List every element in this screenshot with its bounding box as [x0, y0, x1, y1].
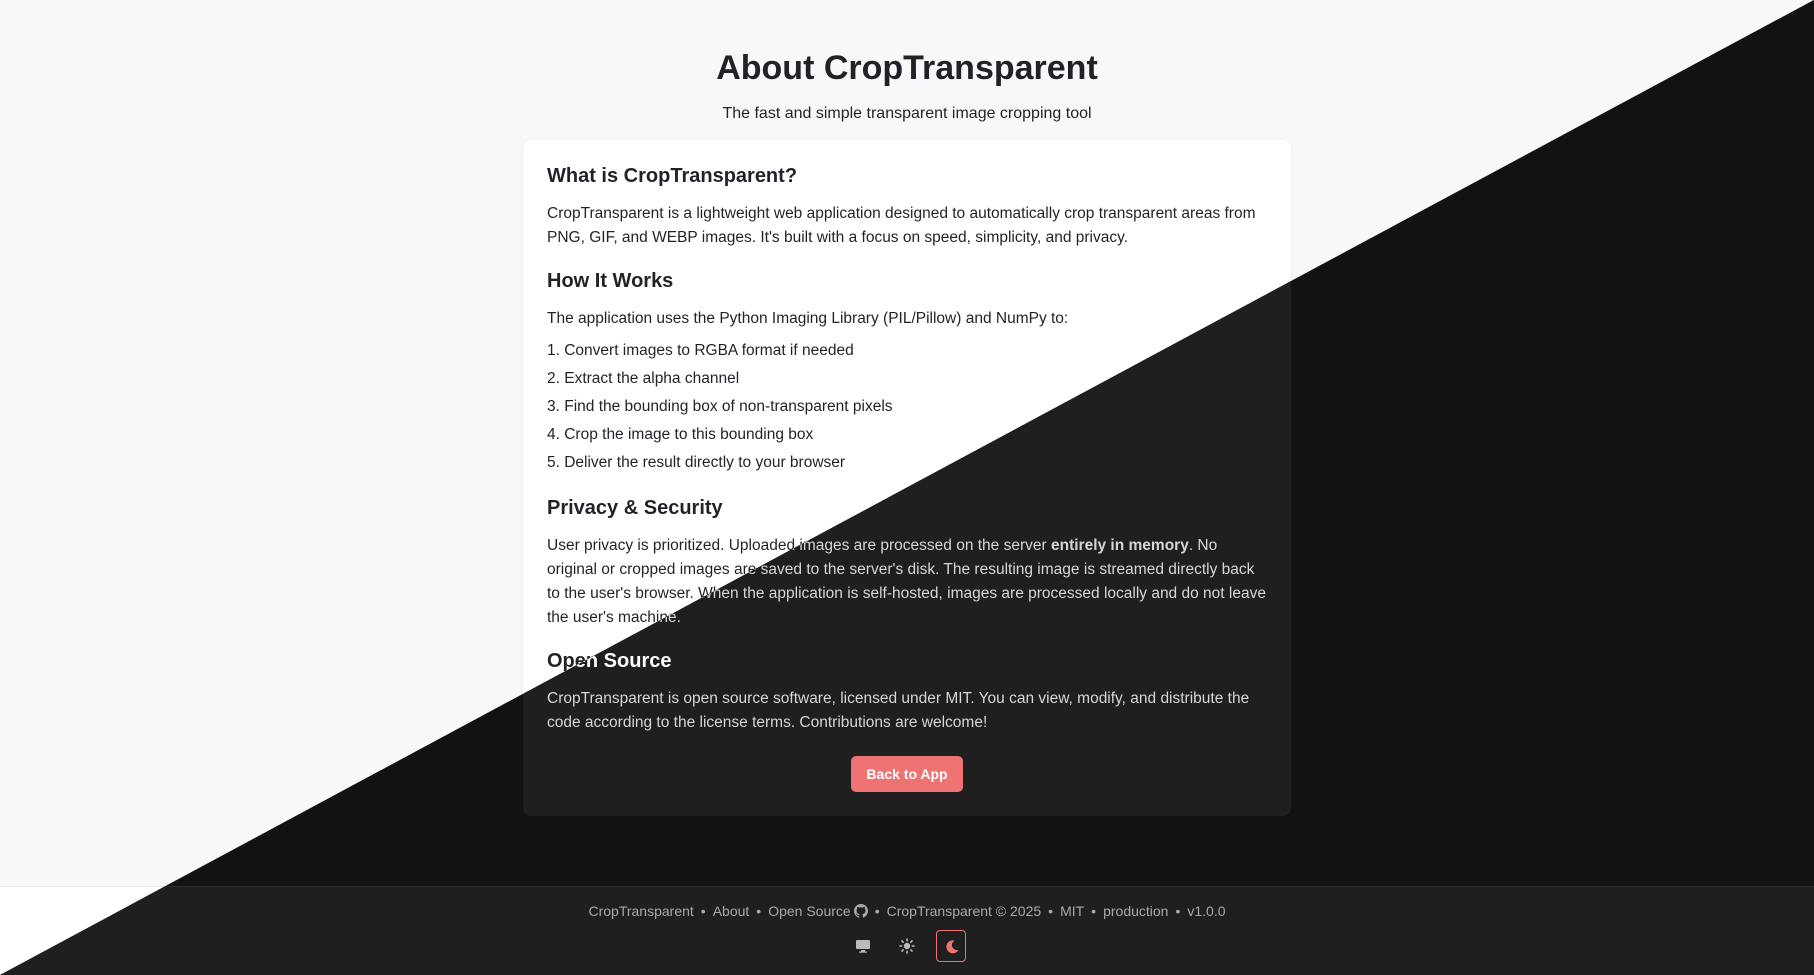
- separator: •: [1091, 903, 1097, 919]
- theme-switcher: [0, 930, 1814, 962]
- back-to-app-button[interactable]: Back to App: [851, 756, 963, 792]
- section-body: CropTransparent is open source software,…: [547, 690, 1250, 731]
- page-title: About CropTransparent: [716, 49, 1098, 87]
- footer-link-license[interactable]: MIT: [1060, 903, 1084, 919]
- section-body: CropTransparent is a lightweight web app…: [547, 205, 1256, 246]
- section-opensource: Open Source CropTransparent is open sour…: [547, 649, 1267, 735]
- button-wrap: Back to App: [523, 756, 1291, 792]
- moon-icon: [946, 940, 959, 954]
- section-intro: The application uses the Python Imaging …: [547, 310, 1069, 327]
- theme-light-button[interactable]: [892, 930, 922, 962]
- separator: •: [874, 903, 880, 919]
- footer-link-about[interactable]: About: [713, 903, 750, 919]
- copyright: CropTransparent © 2025: [886, 903, 1042, 919]
- section-what: What is CropTransparent? CropTransparent…: [547, 164, 1267, 250]
- open-source-label: Open Source: [768, 903, 851, 919]
- theme-system-button[interactable]: [848, 930, 878, 962]
- separator: •: [1175, 903, 1181, 919]
- separator: •: [700, 903, 706, 919]
- theme-dark-button[interactable]: [936, 930, 967, 962]
- section-heading: How It Works: [547, 270, 674, 292]
- page-subtitle: The fast and simple transparent image cr…: [722, 105, 1092, 122]
- section-heading: Open Source: [547, 650, 672, 672]
- footer-links: CropTransparent • About • Open Source • CropTr…: [0, 902, 1814, 920]
- privacy-emphasis: entirely in memory: [1050, 537, 1189, 554]
- footer-link-open-source[interactable]: Open Source: [768, 903, 868, 919]
- footer-link-home[interactable]: CropTransparent: [588, 903, 693, 919]
- separator: •: [1048, 903, 1054, 919]
- page-header: About CropTransparent The fast and simpl…: [0, 46, 1814, 124]
- section-heading: What is CropTransparent?: [547, 165, 798, 187]
- environment-label: production: [1103, 903, 1169, 919]
- sun-icon: [899, 938, 915, 954]
- version-label: v1.0.0: [1187, 903, 1226, 919]
- github-icon: [853, 904, 868, 918]
- monitor-icon: [855, 940, 870, 953]
- separator: •: [756, 903, 762, 919]
